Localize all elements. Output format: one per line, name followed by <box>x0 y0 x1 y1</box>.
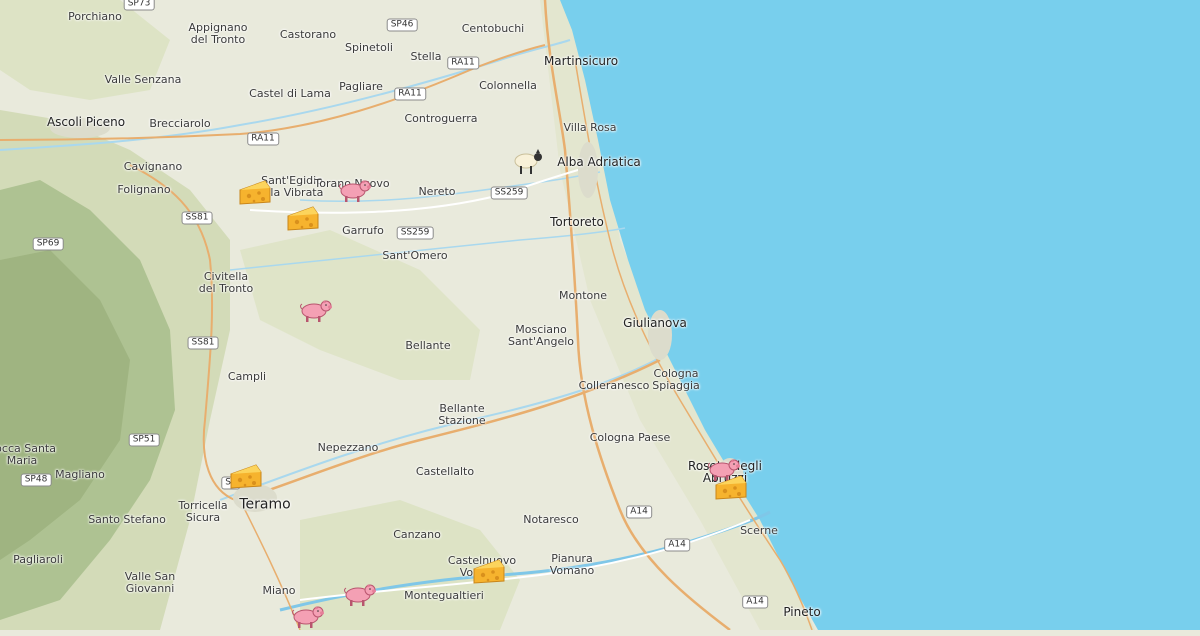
road-shield-ss81-b: SS81 <box>187 336 219 350</box>
road-shield-sp51: SP51 <box>128 433 160 447</box>
place-label-castel-di-lama: Castel di Lama <box>249 87 331 100</box>
marker-sheep-icon[interactable] <box>512 147 548 177</box>
place-label-cavignano: Cavignano <box>123 160 183 173</box>
place-label-villa-rosa: Villa Rosa <box>563 121 617 134</box>
place-label-pineto: Pineto <box>783 605 821 619</box>
place-label-castellalto: Castellalto <box>415 465 475 478</box>
place-label-pagliaroli: Pagliaroli <box>13 553 63 566</box>
place-label-canzano: Canzano <box>393 528 441 541</box>
place-label-brecciarolo: Brecciarolo <box>149 117 211 130</box>
map[interactable]: Porchiano Appignano del Tronto Castorano Sp… <box>0 0 1200 631</box>
place-label-alba: Alba Adriatica <box>557 155 641 169</box>
marker-cheese-icon[interactable] <box>285 203 321 233</box>
place-label-centobuchi: Centobuchi <box>461 22 525 35</box>
place-label-rocca: Rocca Santa Maria <box>0 442 56 467</box>
road-shield-a14-a: A14 <box>626 505 652 519</box>
road-shield-a14-c: A14 <box>742 595 768 609</box>
place-label-torricella: Torricella Sicura <box>178 499 228 524</box>
place-label-montone: Montone <box>559 289 607 302</box>
road-shield-sp46: SP46 <box>386 18 418 32</box>
place-label-garrufo: Garrufo <box>342 224 384 237</box>
place-label-notaresco: Notaresco <box>523 513 579 526</box>
place-label-appignano: Appignano del Tronto <box>188 21 248 46</box>
place-label-bellante-stazione: Bellante Stazione <box>438 402 486 427</box>
place-label-nepezzano: Nepezzano <box>317 441 379 454</box>
place-label-porchiano: Porchiano <box>68 10 122 23</box>
road-shield-ra11-b: RA11 <box>394 87 426 101</box>
road-shield-ss259-b: SS259 <box>396 226 434 240</box>
place-label-stella: Stella <box>410 50 442 63</box>
place-label-sant-omero: Sant'Omero <box>382 249 448 262</box>
place-label-nereto: Nereto <box>418 185 456 198</box>
place-label-campli: Campli <box>227 370 267 383</box>
marker-cheese-icon[interactable] <box>228 461 264 491</box>
road-shield-ss259-a: SS259 <box>490 186 528 200</box>
place-label-valle-san-giovanni: Valle San Giovanni <box>124 570 176 595</box>
place-label-ascoli: Ascoli Piceno <box>46 115 126 129</box>
place-label-santo-stefano: Santo Stefano <box>88 513 166 526</box>
road-shield-a14-b: A14 <box>664 538 690 552</box>
place-label-magliano: Magliano <box>55 468 105 481</box>
place-label-spinetoli: Spinetoli <box>345 41 393 54</box>
place-label-castorano: Castorano <box>279 28 337 41</box>
place-label-colonnella: Colonnella <box>479 79 537 92</box>
urban-alba <box>578 142 598 198</box>
place-label-valle-senzana: Valle Senzana <box>104 73 182 86</box>
place-label-tortoreto: Tortoreto <box>550 215 604 229</box>
place-label-teramo: Teramo <box>239 496 291 513</box>
place-label-controguerra: Controguerra <box>404 112 478 125</box>
place-label-bellante: Bellante <box>405 339 451 352</box>
marker-pig-icon[interactable] <box>342 579 378 609</box>
place-label-pianura: Pianura Vomano <box>549 552 595 577</box>
road-shield-ss81-a: SS81 <box>181 211 213 225</box>
place-label-colleranesco: Colleranesco <box>578 379 650 392</box>
marker-pig-icon[interactable] <box>290 601 326 631</box>
place-label-mosciano: Mosciano Sant'Angelo <box>507 323 575 348</box>
road-shield-sp73: SP73 <box>123 0 155 11</box>
marker-cheese-icon[interactable] <box>471 556 507 586</box>
marker-cheese-icon[interactable] <box>713 472 749 502</box>
place-label-civitella: Civitella del Tronto <box>198 270 254 295</box>
place-label-martinsicuro: Martinsicuro <box>543 54 619 68</box>
place-label-colognapaese: Cologna Paese <box>589 431 671 444</box>
marker-cheese-icon[interactable] <box>237 177 273 207</box>
place-label-scerne: Scerne <box>740 524 778 537</box>
road-shield-ra11-c: RA11 <box>247 132 279 146</box>
place-label-miano: Miano <box>262 584 296 597</box>
marker-pig-icon[interactable] <box>337 175 373 205</box>
basemap <box>0 0 1200 631</box>
place-label-giulianova: Giulianova <box>623 316 687 330</box>
place-label-montegualtieri: Montegualtieri <box>404 589 484 602</box>
road-shield-sp69: SP69 <box>32 237 64 251</box>
place-label-cologna-spiaggia: Cologna Spiaggia <box>652 367 700 392</box>
place-label-pagliare: Pagliare <box>339 80 383 93</box>
place-label-folignano: Folignano <box>117 183 171 196</box>
road-shield-sp48: SP48 <box>20 473 52 487</box>
marker-pig-icon[interactable] <box>298 295 334 325</box>
road-shield-ra11-a: RA11 <box>447 56 479 70</box>
